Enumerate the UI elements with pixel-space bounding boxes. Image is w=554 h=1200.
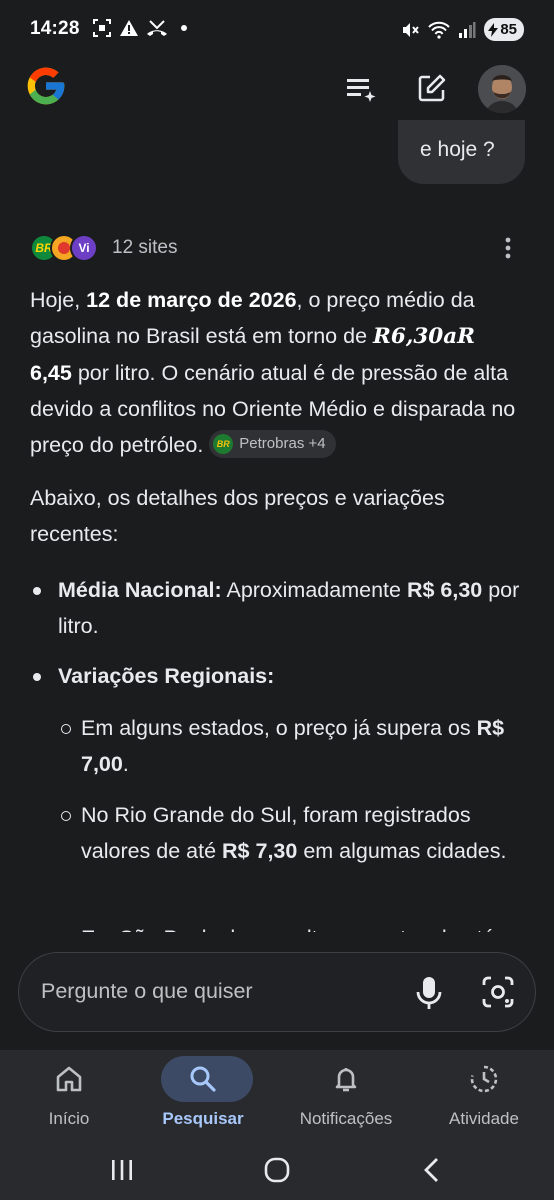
nav-label: Notificações [299, 1109, 393, 1128]
bullet-variacoes-regionais: Variações Regionais: [30, 658, 530, 694]
more-options-button[interactable] [494, 232, 522, 264]
back-icon [424, 1158, 438, 1182]
bullet-dot [33, 587, 41, 595]
answer-price: 6,45 [30, 361, 72, 385]
bullet-label: Variações Regionais: [58, 664, 275, 688]
bullet-dot [33, 673, 41, 681]
user-message-text: e hoje ? [420, 138, 495, 161]
new-chat-button[interactable] [414, 70, 450, 106]
source-favicon-vi: Vi [70, 234, 98, 262]
source-chip-label: Petrobras +4 [239, 435, 326, 453]
status-dot [181, 25, 187, 31]
recents-button[interactable] [102, 1150, 142, 1190]
user-message-bubble: e hoje ? [398, 120, 525, 184]
history-button[interactable] [344, 70, 380, 106]
nav-item-pesquisar[interactable]: Pesquisar [134, 1050, 272, 1138]
sub-bullet-ring [61, 811, 71, 821]
prompt-input-placeholder[interactable]: Pergunte o que quiser [41, 979, 253, 1004]
activity-icon [470, 1065, 498, 1093]
list-sparkle-icon [347, 79, 376, 102]
source-chip[interactable]: BR Petrobras +4 [209, 430, 336, 459]
back-button[interactable] [412, 1150, 452, 1190]
answer-paragraph-1: Hoje, 12 de março de 2026, o preço médio… [30, 282, 530, 463]
recents-icon [112, 1160, 132, 1180]
nav-item-atividade[interactable]: Atividade [415, 1050, 553, 1138]
missed-call-icon [147, 20, 167, 36]
sources-row[interactable]: BR Vi 12 sites [30, 230, 177, 266]
warning-icon [120, 20, 138, 36]
bottom-navigation: Início Pesquisar Notificações Atividade [0, 1050, 554, 1138]
battery-indicator: 85 [484, 18, 524, 41]
sub-bullet-ring [61, 724, 71, 734]
sub-bullet-rio-grande-do-sul: No Rio Grande do Sul, foram registrados … [58, 797, 528, 869]
mute-icon [403, 22, 420, 37]
microphone-icon[interactable] [415, 975, 443, 1011]
nav-item-notificacoes[interactable]: Notificações [277, 1050, 415, 1138]
answer-paragraph-text: Hoje, 12 de março de 2026, o preço médio… [30, 282, 530, 463]
prompt-input-box[interactable]: Pergunte o que quiser [18, 952, 536, 1032]
google-logo[interactable] [24, 64, 68, 108]
nav-label: Atividade [449, 1109, 519, 1128]
home-icon [56, 1066, 82, 1092]
system-navigation-bar [0, 1138, 554, 1200]
signal-icon [459, 21, 476, 38]
lens-camera-icon[interactable] [481, 975, 515, 1009]
sub-bullet-text: Em alguns estados, o preço já supera os [81, 716, 477, 740]
sub-bullet-price: R$ 7,30 [222, 839, 298, 863]
bell-icon [335, 1068, 357, 1092]
status-system-icons: 85 [400, 18, 524, 41]
nav-item-inicio[interactable]: Início [0, 1050, 138, 1138]
sources-count: 12 sites [112, 237, 178, 258]
source-favicon-mark [58, 242, 70, 254]
nav-label: Pesquisar [162, 1109, 244, 1128]
status-bar: 14:28 85 [0, 0, 554, 60]
profile-photo [478, 65, 526, 113]
home-circle-icon [264, 1157, 290, 1183]
bullet-price: R$ 6,30 [406, 578, 483, 602]
answer-text: Hoje, [30, 288, 87, 312]
screenshot-icon [93, 19, 111, 37]
profile-avatar[interactable] [478, 65, 526, 113]
nav-label: Início [48, 1109, 90, 1128]
app-header [0, 60, 554, 120]
status-notification-icons [92, 18, 187, 38]
edit-icon [418, 74, 446, 102]
petrobras-chip-icon: BR [213, 434, 234, 455]
bullet-label: Média Nacional: [58, 578, 222, 602]
battery-level: 85 [500, 21, 517, 38]
status-time: 14:28 [30, 18, 80, 39]
wifi-icon [428, 21, 451, 39]
search-icon [190, 1066, 216, 1092]
more-vert-icon [505, 237, 511, 259]
sub-bullet-text: em algumas cidades. [297, 839, 507, 863]
bullet-media-nacional: Média Nacional: Aproximadamente R$ 6,30 … [30, 572, 530, 644]
bullet-text: Aproximadamente [221, 578, 407, 602]
charging-icon [488, 22, 499, 37]
answer-date: 12 de março de 2026 [86, 288, 297, 312]
answer-paragraph-2: Abaixo, os detalhes dos preços e variaçõ… [30, 486, 445, 546]
home-system-button[interactable] [257, 1150, 297, 1190]
sub-bullet-text: . [122, 752, 129, 776]
sub-bullet-estados: Em alguns estados, o preço já supera os … [58, 710, 528, 782]
answer-math-render: R6,30aR [373, 324, 476, 349]
